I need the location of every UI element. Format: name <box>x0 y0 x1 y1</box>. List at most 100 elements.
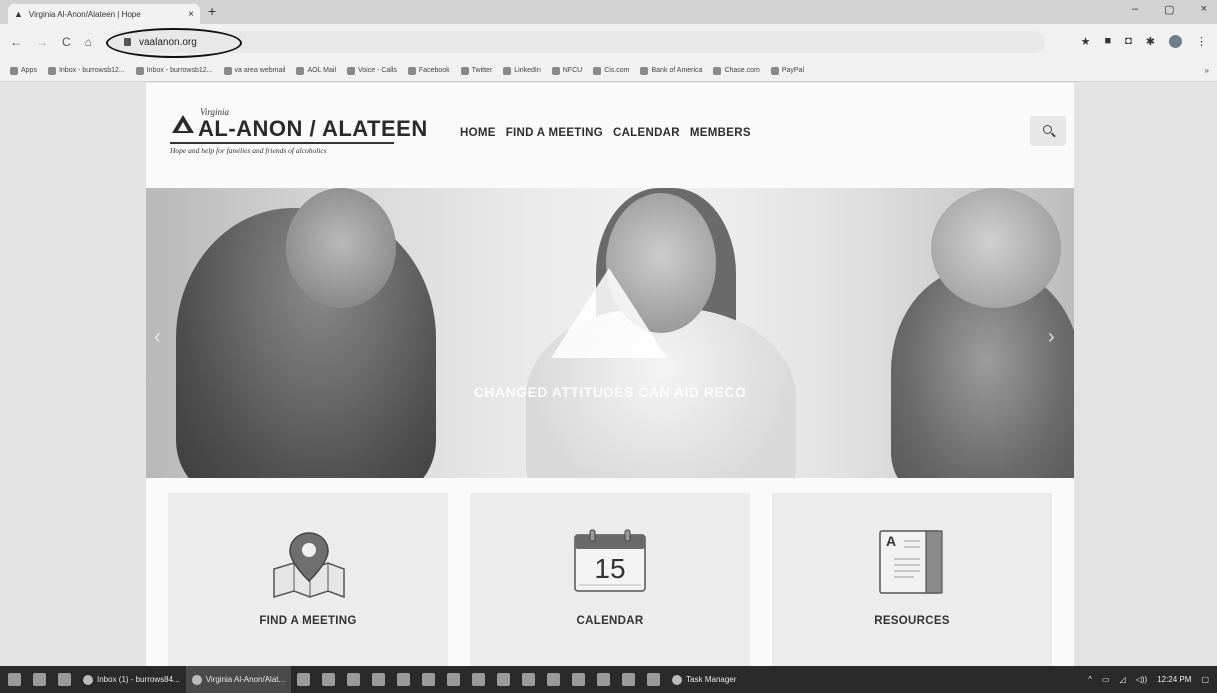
star-bookmark-icon[interactable]: ★ <box>1081 35 1091 48</box>
taskbar-app-icon[interactable] <box>572 673 586 686</box>
reload-button[interactable]: C <box>62 35 71 49</box>
logo-divider <box>170 142 394 144</box>
chrome-icon <box>191 674 202 685</box>
puzzle-extensions-icon[interactable]: ✱ <box>1146 35 1155 48</box>
new-tab-button[interactable]: + <box>208 3 216 19</box>
carousel-prev-button[interactable]: ‹ <box>154 326 161 349</box>
chase-icon <box>713 66 722 75</box>
paypal-icon <box>770 66 779 75</box>
bookmark-item[interactable]: Cis.com <box>593 66 629 75</box>
store-icon[interactable] <box>58 673 71 686</box>
profile-avatar-icon[interactable] <box>1169 35 1182 48</box>
bookmark-item[interactable]: Apps <box>10 66 37 75</box>
extension-icon[interactable]: ■ <box>1104 35 1111 48</box>
gmail-icon <box>135 66 144 75</box>
taskbar-app-icon[interactable] <box>447 673 461 686</box>
bookmark-label: Twitter <box>471 67 493 74</box>
nav-find-a-meeting[interactable]: FIND A MEETING <box>506 127 603 139</box>
forward-button[interactable]: → <box>36 35 48 49</box>
site-container: Virginia AL-ANON / ALATEEN Hope and help… <box>146 83 1074 666</box>
webmail-icon <box>223 66 232 75</box>
taskbar-app-icon[interactable] <box>497 673 511 686</box>
nav-members[interactable]: MEMBERS <box>690 127 751 139</box>
aol-icon <box>296 66 305 75</box>
book-letter: A <box>886 533 897 549</box>
nav-calendar[interactable]: CALENDAR <box>613 127 680 139</box>
taskbar-app-icon[interactable] <box>422 673 436 686</box>
maximize-button[interactable]: ▢ <box>1164 3 1174 16</box>
hand-drawn-circle <box>106 28 242 58</box>
taskbar-app-icon[interactable] <box>547 673 561 686</box>
notifications-icon[interactable]: ▢ <box>1201 675 1209 684</box>
main-nav: HOME FIND A MEETING CALENDAR MEMBERS <box>460 127 751 139</box>
file-explorer-icon[interactable] <box>347 673 361 686</box>
bookmark-item[interactable]: va area webmail <box>223 66 286 75</box>
favicon-icon: ▲ <box>14 9 23 19</box>
network-icon[interactable]: ◿ <box>1120 675 1126 684</box>
browser-window: ▲ Virginia Al-Anon/Alateen | Hope × + – … <box>0 0 1217 666</box>
taskbar-app-icon[interactable] <box>522 673 536 686</box>
nav-home[interactable]: HOME <box>460 127 496 139</box>
close-window-button[interactable]: × <box>1201 3 1207 16</box>
home-button[interactable]: ⌂ <box>85 35 92 49</box>
carousel-next-button[interactable]: › <box>1048 326 1055 349</box>
shield-extension-icon[interactable]: ◘ <box>1125 35 1132 48</box>
site-search-button[interactable] <box>1030 116 1066 146</box>
taskbar-app-icon[interactable] <box>297 673 311 686</box>
taskbar-app-icon[interactable] <box>472 673 486 686</box>
back-button[interactable]: ← <box>10 35 22 49</box>
tab-bar: ▲ Virginia Al-Anon/Alateen | Hope × + – … <box>0 0 1217 24</box>
browser-tab[interactable]: ▲ Virginia Al-Anon/Alateen | Hope × <box>8 4 200 24</box>
voice-icon <box>347 66 355 75</box>
bookmark-item[interactable]: LinkedIn <box>503 66 541 75</box>
tile-find-a-meeting[interactable]: FIND A MEETING <box>168 493 448 666</box>
taskbar-item-inbox[interactable]: Inbox (1) - burrows84... <box>77 666 186 693</box>
taskbar-item-task-manager[interactable]: Task Manager <box>666 666 742 693</box>
tab-close-button[interactable]: × <box>188 9 194 20</box>
taskbar-app-icon[interactable] <box>397 673 411 686</box>
bookmark-label: Bank of America <box>651 67 703 74</box>
tile-calendar[interactable]: 15 CALENDAR <box>470 493 750 666</box>
bookmark-item[interactable]: AOL Mail <box>296 66 336 75</box>
bookmark-label: va area webmail <box>234 67 286 74</box>
tile-label: CALENDAR <box>576 615 644 627</box>
taskbar-app-icon[interactable] <box>597 673 611 686</box>
menu-kebab-icon[interactable]: ⋮ <box>1196 35 1207 48</box>
nav-buttons: ← → C ⌂ <box>10 35 92 49</box>
minimize-button[interactable]: – <box>1132 3 1138 16</box>
clock-time[interactable]: 12:24 PM <box>1157 675 1191 684</box>
system-tray: ^ ▭ ◿ ◁)) 12:24 PM ▢ <box>1088 666 1209 693</box>
bookmark-item[interactable]: Inbox - burrowsb12... <box>135 66 213 75</box>
bookmark-item[interactable]: Facebook <box>407 66 450 75</box>
bookmark-label: Apps <box>21 67 37 74</box>
tray-expand-button[interactable]: ^ <box>1088 675 1092 684</box>
tile-label: RESOURCES <box>874 615 950 627</box>
taskbar-app-icon[interactable] <box>647 673 661 686</box>
taskbar-item-virginia-alanon[interactable]: Virginia Al-Anon/Alat... <box>185 666 292 693</box>
bookmark-item[interactable]: Inbox - burrowsb12... <box>47 66 125 75</box>
edge-icon[interactable] <box>322 673 336 686</box>
bookmark-item[interactable]: PayPal <box>770 66 804 75</box>
calendar-day: 15 <box>594 553 626 584</box>
task-manager-icon <box>672 674 683 685</box>
taskbar-app-icon[interactable] <box>372 673 386 686</box>
taskbar-item-label: Task Manager <box>686 675 737 684</box>
tile-resources[interactable]: A RESOURCES <box>772 493 1052 666</box>
apps-grid-icon <box>10 66 18 75</box>
task-view-icon[interactable] <box>33 673 46 686</box>
tab-title: Virginia Al-Anon/Alateen | Hope <box>28 9 141 19</box>
bookmark-item[interactable]: Bank of America <box>640 66 703 75</box>
battery-icon[interactable]: ▭ <box>1102 675 1110 684</box>
bookmarks-overflow-button[interactable]: » <box>1205 66 1209 75</box>
windows-start-icon[interactable] <box>8 673 21 686</box>
bookmark-item[interactable]: NFCU <box>551 66 582 75</box>
bookmark-item[interactable]: Chase.com <box>713 66 760 75</box>
logo-tagline: Hope and help for families and friends o… <box>170 146 327 155</box>
bofa-icon <box>640 66 649 75</box>
address-bar[interactable]: vaalanon.org <box>110 31 1045 53</box>
bookmark-item[interactable]: Twitter <box>460 66 493 75</box>
taskbar-app-icon[interactable] <box>622 673 636 686</box>
bookmark-item[interactable]: Voice - Calls <box>347 66 397 75</box>
tile-label: FIND A MEETING <box>259 615 357 627</box>
volume-icon[interactable]: ◁)) <box>1136 675 1147 684</box>
